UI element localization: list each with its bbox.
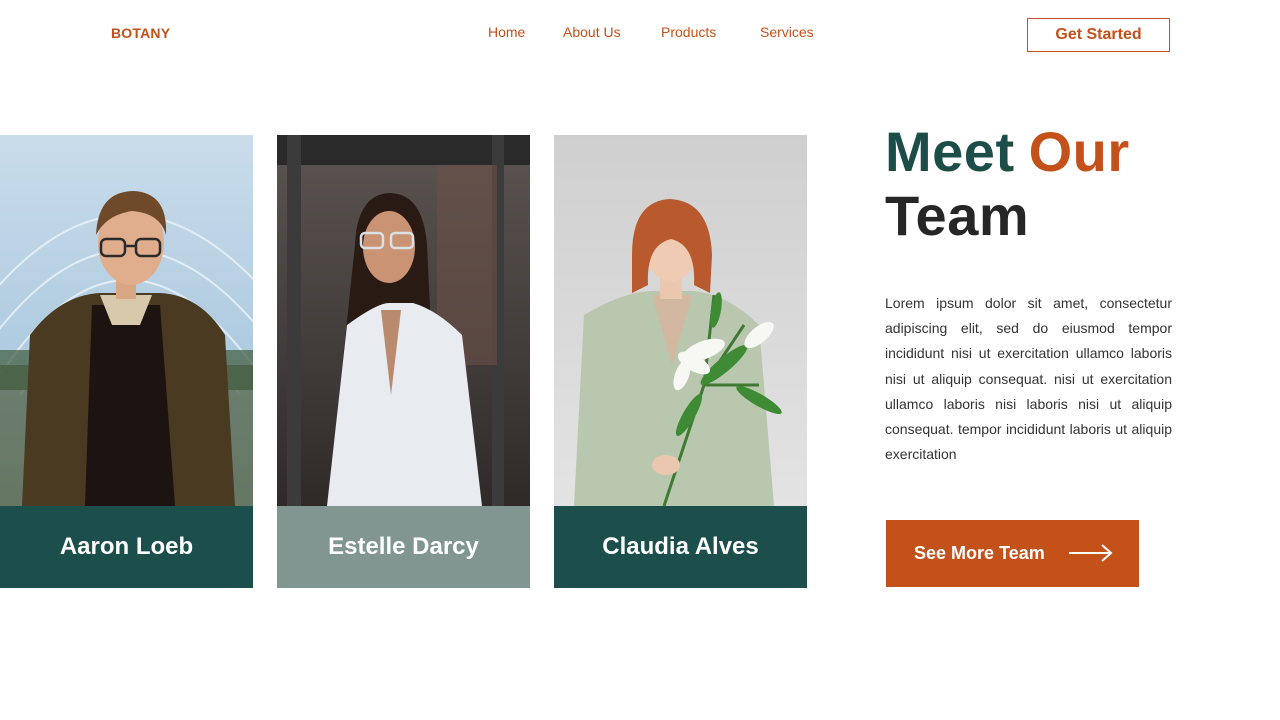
team-photo-aaron <box>0 135 253 506</box>
title-word-our: Our <box>1028 120 1130 183</box>
nav-products[interactable]: Products <box>661 24 716 40</box>
page-title: Meet Our Team <box>885 120 1130 248</box>
see-more-team-button[interactable]: See More Team <box>886 520 1139 587</box>
team-card-estelle[interactable]: Estelle Darcy <box>277 135 530 588</box>
team-name-estelle: Estelle Darcy <box>277 506 530 588</box>
team-photo-estelle <box>277 135 530 506</box>
arrow-right-icon <box>1068 543 1114 568</box>
nav-about-us[interactable]: About Us <box>563 24 621 40</box>
team-description: Lorem ipsum dolor sit amet, consectetur … <box>885 295 1172 463</box>
team-name-aaron: Aaron Loeb <box>0 506 253 588</box>
get-started-button[interactable]: Get Started <box>1027 18 1170 52</box>
title-word-meet: Meet <box>885 120 1015 183</box>
team-card-claudia[interactable]: Claudia Alves <box>554 135 807 588</box>
see-more-team-label: See More Team <box>914 543 1045 563</box>
team-card-aaron[interactable]: Aaron Loeb <box>0 135 253 588</box>
title-word-team: Team <box>885 184 1030 247</box>
team-photo-claudia <box>554 135 807 506</box>
nav-home[interactable]: Home <box>488 24 525 40</box>
team-name-claudia: Claudia Alves <box>554 506 807 588</box>
nav-services[interactable]: Services <box>760 24 814 40</box>
